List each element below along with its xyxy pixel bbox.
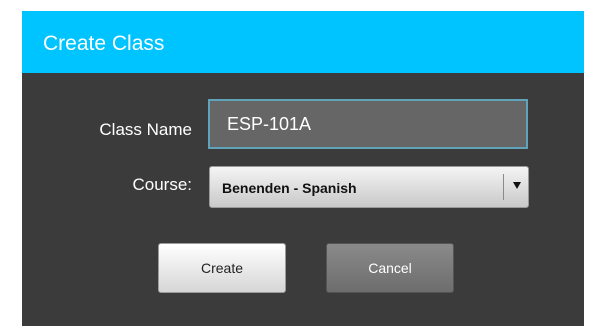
course-label: Course:: [132, 175, 192, 194]
class-name-input[interactable]: [208, 99, 528, 149]
course-selected-value: Benenden - Spanish: [222, 180, 357, 196]
select-divider: [503, 174, 504, 200]
create-button[interactable]: Create: [158, 243, 286, 293]
dialog-title: Create Class: [43, 32, 165, 55]
class-name-label: Class Name: [99, 120, 192, 139]
dialog-title-bar: Create Class: [22, 11, 584, 73]
create-class-dialog: Create Class Class Name Course: Benenden…: [22, 11, 584, 326]
cancel-button[interactable]: Cancel: [326, 243, 454, 293]
chevron-down-icon: [513, 182, 521, 189]
course-select[interactable]: Benenden - Spanish: [209, 166, 529, 208]
